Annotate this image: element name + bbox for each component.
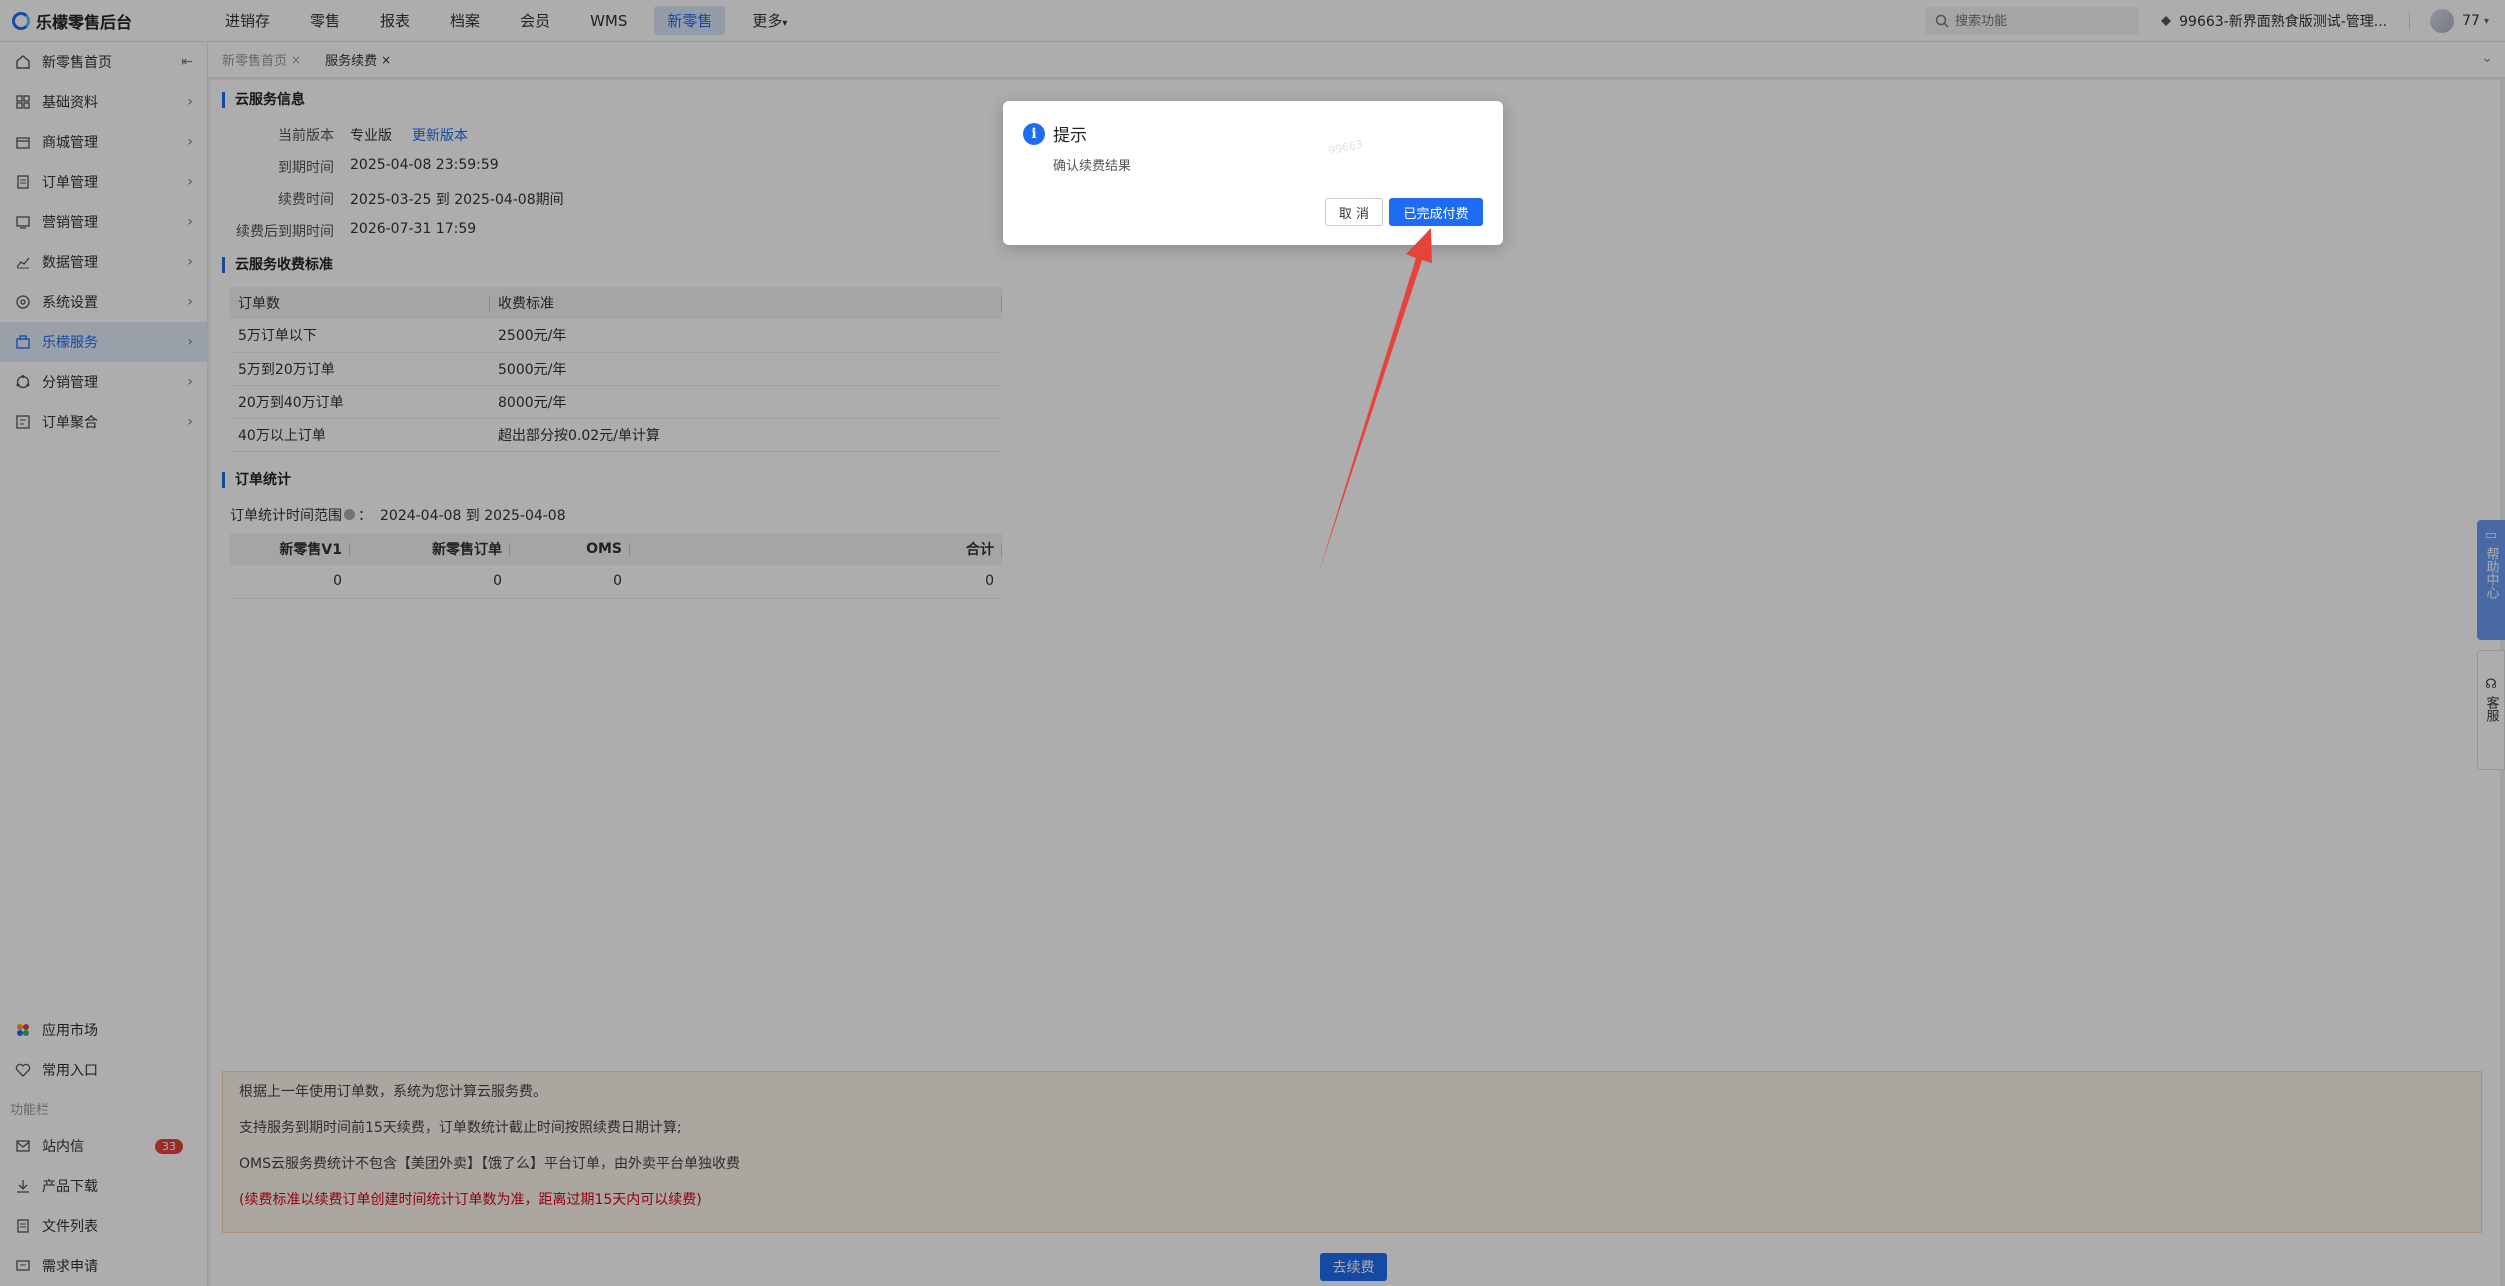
cancel-button[interactable]: 取 消 [1325,198,1383,226]
dialog-title-text: 提示 [1053,126,1087,146]
watermark: 99663 [1327,137,1364,158]
payment-completed-button[interactable]: 已完成付费 [1389,198,1483,226]
confirm-dialog: i 提示 确认续费结果 99663 取 消 已完成付费 [1003,101,1503,245]
info-icon: i [1023,122,1045,145]
dialog-message: 确认续费结果 [1053,159,1132,174]
dialog-title: i 提示 [1023,121,1087,146]
